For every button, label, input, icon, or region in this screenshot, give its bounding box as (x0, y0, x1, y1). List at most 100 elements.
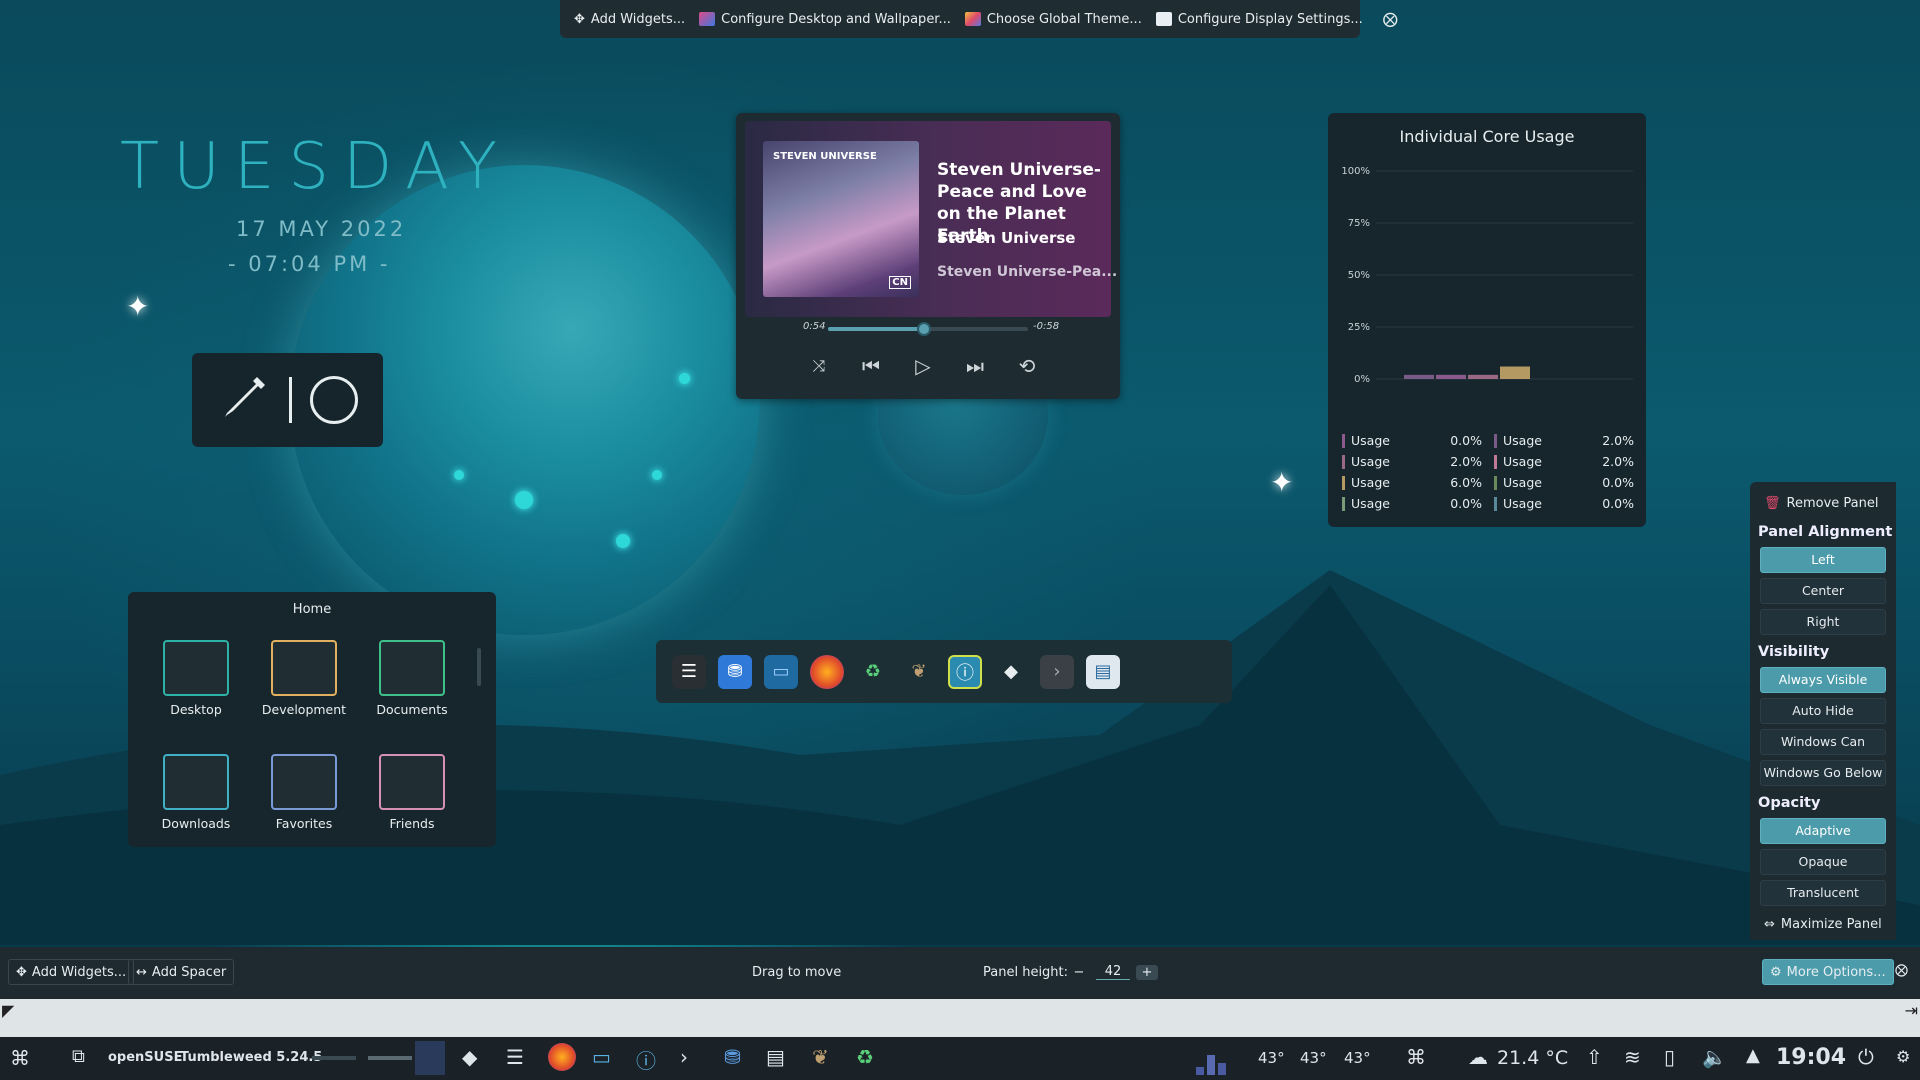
command-icon[interactable]: ⌘ (1406, 1045, 1426, 1069)
cloud-icon[interactable]: ☁ (1468, 1045, 1488, 1069)
maximize-panel-button[interactable]: ⇔ Maximize Panel (1764, 917, 1882, 932)
monitor-icon[interactable]: ▤ (1086, 654, 1120, 689)
tray-expand-icon[interactable]: ▲ (1746, 1045, 1760, 1066)
minus-icon[interactable]: − (1068, 965, 1090, 980)
os-version: Tumbleweed 5.24.5 (180, 1050, 323, 1065)
previous-icon[interactable]: ⏮ (858, 353, 884, 379)
core-legend-item: Usage 2.0% (1494, 433, 1634, 448)
ruler-left-handle[interactable]: ◤ (2, 1001, 14, 1020)
pager-bar[interactable] (368, 1056, 412, 1060)
recycle-icon[interactable]: ♻ (856, 1045, 874, 1069)
add-widgets-button[interactable]: ✥ Add Widgets... (574, 12, 685, 27)
folder-development[interactable]: Development (254, 640, 354, 717)
configure-display-button[interactable]: Configure Display Settings... (1155, 12, 1363, 27)
cn-badge: CN (889, 276, 911, 289)
settings-icon[interactable]: ☰ (672, 654, 706, 689)
seek-handle[interactable] (917, 322, 931, 336)
launcher-icon[interactable]: ⌘ (10, 1046, 30, 1070)
info-icon[interactable]: ⓘ (948, 654, 982, 689)
folder-icon (163, 754, 229, 810)
windows-can-cover-button[interactable]: Windows Can Cover (1760, 729, 1886, 773)
panel-height-value[interactable]: 42 (1096, 964, 1130, 980)
drag-to-move-handle[interactable]: Drag to move (752, 965, 841, 980)
terminal-icon[interactable]: › (1040, 654, 1074, 689)
files-icon[interactable]: ▭ (592, 1045, 611, 1069)
windows-go-below-button[interactable]: Windows Go Below (1760, 760, 1886, 786)
repeat-icon[interactable]: ⟲ (1014, 353, 1040, 379)
panel-ruler[interactable]: ◤ ⇥ (0, 999, 1920, 1037)
network-icon[interactable]: ≋ (1624, 1045, 1641, 1069)
align-right-button[interactable]: Right (1760, 609, 1886, 635)
gimp-icon[interactable]: ❦ (812, 1045, 829, 1069)
inkscape-icon[interactable]: ◆ (462, 1045, 477, 1069)
clock[interactable]: 19:04 (1776, 1045, 1846, 1070)
gear-icon[interactable]: ⚙ (1896, 1047, 1910, 1066)
play-icon[interactable]: ▷ (910, 353, 936, 379)
auto-hide-button[interactable]: Auto Hide (1760, 698, 1886, 724)
firefox-icon[interactable] (810, 654, 844, 689)
clipboard-icon[interactable]: ▯ (1664, 1045, 1675, 1069)
plus-icon[interactable]: + (1136, 964, 1158, 980)
elapsed-time: 0:54 (803, 321, 826, 332)
shuffle-icon[interactable]: ⤨ (806, 353, 832, 379)
legend-swatch (1342, 454, 1345, 469)
seek-bar[interactable] (828, 322, 1028, 336)
add-spacer-button[interactable]: ↔ Add Spacer (128, 959, 235, 985)
align-left-button[interactable]: Left (1760, 547, 1886, 573)
translucent-button[interactable]: Translucent (1760, 880, 1886, 906)
next-icon[interactable]: ⏭ (962, 353, 988, 379)
power-icon[interactable]: ⏻ (1858, 1045, 1874, 1069)
core-legend-item: Usage 0.0% (1494, 496, 1634, 511)
os-name: openSUSE (108, 1050, 183, 1065)
weather-temperature[interactable]: 21.4 °C (1497, 1047, 1568, 1069)
pager-active[interactable] (415, 1041, 445, 1075)
close-icon[interactable]: ⨂ (1895, 963, 1908, 978)
more-options-button[interactable]: ⚙ More Options... (1762, 959, 1894, 985)
day-label: TUESDAY (120, 130, 512, 204)
time-label: - 07:04 PM - (228, 252, 391, 276)
volume-icon[interactable]: 🔈 (1702, 1045, 1727, 1069)
folder-downloads[interactable]: Downloads (146, 754, 246, 831)
always-visible-button[interactable]: Always Visible (1760, 667, 1886, 693)
seek-progress (828, 327, 924, 331)
folder-label: Downloads (161, 816, 231, 831)
firefox-icon[interactable] (548, 1043, 576, 1071)
remove-panel-button[interactable]: 🗑 Remove Panel (1764, 496, 1878, 511)
folder-documents[interactable]: Documents (362, 640, 462, 717)
add-widgets-panel-button[interactable]: ✥ Add Widgets... (8, 959, 135, 985)
configure-desktop-button[interactable]: Configure Desktop and Wallpaper... (699, 12, 951, 27)
folder-label: Development (261, 702, 347, 717)
opaque-button[interactable]: Opaque (1760, 849, 1886, 875)
eyedropper-icon[interactable] (217, 371, 271, 429)
info-icon[interactable]: ⓘ (636, 1045, 656, 1074)
updates-icon[interactable]: ⇧ (1586, 1045, 1603, 1069)
close-icon[interactable]: ⨂ (1383, 10, 1398, 28)
inkscape-icon[interactable]: ◆ (994, 655, 1028, 689)
folder-favorites[interactable]: Favorites (254, 754, 354, 831)
adaptive-button[interactable]: Adaptive (1760, 818, 1886, 844)
album-art-label: STEVEN UNIVERSE (773, 151, 877, 162)
scrollbar[interactable] (477, 648, 481, 686)
align-center-button[interactable]: Center (1760, 578, 1886, 604)
panel-height-spinbox[interactable]: − 42 + (1068, 959, 1164, 985)
store-icon[interactable]: ⛃ (724, 1045, 741, 1069)
settings-icon[interactable]: ☰ (506, 1045, 524, 1069)
alignment-heading: Panel Alignment (1758, 524, 1893, 540)
ruler-right-handle[interactable]: ⇥ (1905, 1001, 1918, 1020)
folder-desktop[interactable]: Desktop (146, 640, 246, 717)
monitor-icon[interactable]: ▤ (766, 1045, 785, 1069)
y-tick-label: 25% (1348, 322, 1370, 333)
recycle-icon[interactable]: ♻ (856, 655, 890, 689)
system-load-graph[interactable] (1196, 1053, 1242, 1075)
files-icon[interactable]: ▭ (764, 654, 798, 689)
gimp-icon[interactable]: ❦ (902, 655, 936, 689)
pager-bar[interactable] (312, 1056, 356, 1060)
window-switcher-icon[interactable]: ⧉ (72, 1046, 85, 1067)
legend-value: 0.0% (1450, 496, 1482, 511)
choose-theme-button[interactable]: Choose Global Theme... (964, 12, 1142, 27)
color-swatch-icon[interactable] (310, 376, 358, 424)
folder-icon (379, 640, 445, 696)
store-icon[interactable]: ⛃ (718, 654, 752, 689)
folder-friends[interactable]: Friends (362, 754, 462, 831)
terminal-icon[interactable]: › (680, 1045, 688, 1069)
